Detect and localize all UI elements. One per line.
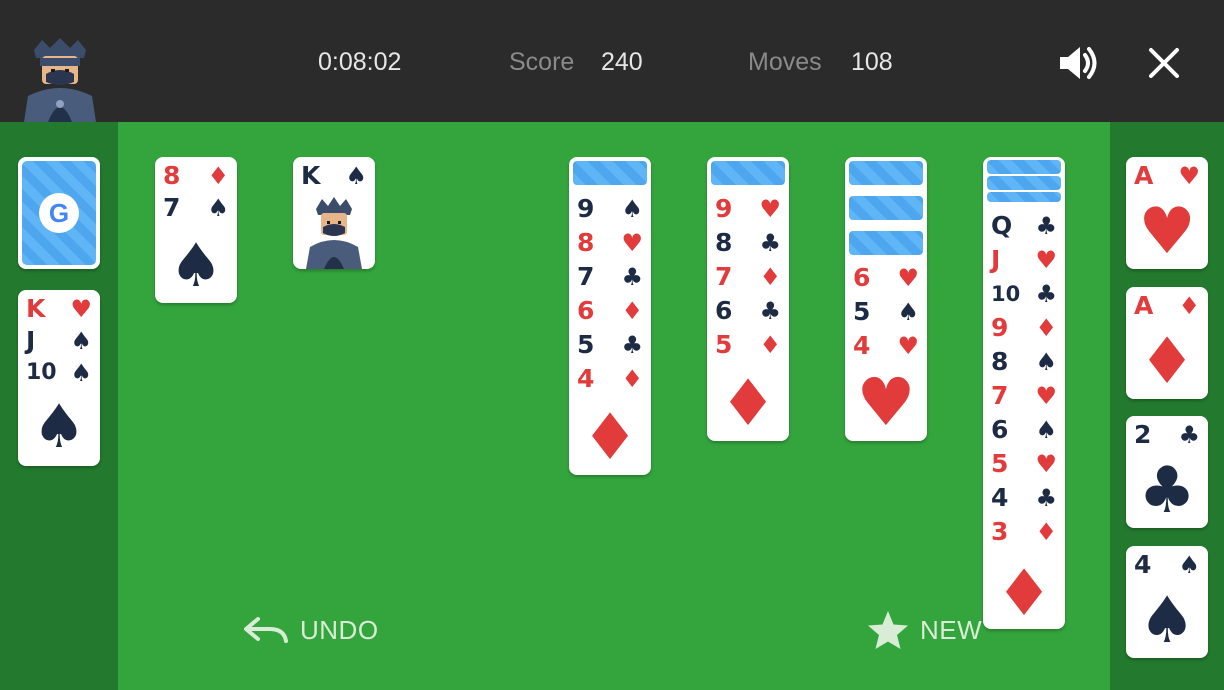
score-value: 240 (601, 48, 643, 76)
diamond-icon: ♦ (719, 367, 777, 441)
face-down-card (987, 160, 1061, 174)
tableau-column-2[interactable]: K ♠ (293, 157, 375, 269)
star-icon (868, 611, 908, 649)
club-icon: ♣ (1138, 454, 1196, 528)
new-game-button[interactable]: NEW (866, 606, 982, 654)
spade-icon: ♠ (1138, 584, 1196, 658)
heart-icon: ♥ (1138, 195, 1196, 269)
tableau-column-6[interactable]: 9 ♥ 8 ♣ 7 ♦ 6 ♣ 5 ♦ ♦ (707, 157, 789, 441)
tableau-column-7[interactable]: 6 ♥ 5 ♠ 4 ♥ ♥ (845, 157, 927, 441)
face-down-card (849, 196, 923, 220)
card-row: K ♥ (26, 294, 92, 323)
foundation-hearts[interactable]: A ♥ ♥ (1126, 157, 1208, 269)
player-avatar (20, 36, 100, 122)
face-down-card (573, 161, 647, 185)
face-down-card (987, 176, 1061, 190)
tableau-column-1[interactable]: 8 ♦ 7 ♠ ♠ (155, 157, 237, 303)
face-down-card (849, 231, 923, 255)
undo-button[interactable]: UNDO (242, 606, 379, 654)
diamond-icon: ♦ (1138, 325, 1196, 399)
foundation-clubs[interactable]: 2 ♣ ♣ (1126, 416, 1208, 528)
close-icon (1149, 48, 1179, 78)
face-down-card (987, 192, 1061, 202)
undo-icon (244, 617, 288, 643)
spade-icon: ♠ (32, 392, 86, 462)
new-game-label: NEW (920, 614, 983, 645)
close-button[interactable] (1140, 40, 1188, 86)
stock-pile[interactable]: G (18, 157, 100, 269)
moves-value: 108 (851, 48, 893, 76)
score-label: Score (509, 48, 575, 76)
spade-icon: ♠ (169, 231, 223, 301)
heart-icon: ♥ (856, 364, 916, 441)
card-row: 10 ♠ (26, 359, 92, 387)
diamond-icon: ♦ (995, 557, 1053, 629)
timer: 0:08:02 (318, 48, 402, 76)
moves-label: Moves (748, 48, 822, 76)
face-down-card (849, 161, 923, 185)
tableau-column-8[interactable]: Q ♣ J ♥ 10 ♣ 9 ♦ 8 ♠ 7 ♥ 6 ♠ 5 ♥ 4 ♣ 3 ♦ ♦ (983, 157, 1065, 629)
card-row: J ♠ (26, 326, 92, 355)
waste-pile[interactable]: K ♥ J ♠ 10 ♠ ♠ (18, 290, 100, 466)
undo-label: UNDO (300, 614, 379, 645)
diamond-icon: ♦ (581, 401, 639, 475)
king-face-icon (306, 197, 362, 269)
top-bar: 0:08:02 Score 240 Moves 108 (0, 0, 1224, 122)
sound-button[interactable] (1054, 40, 1102, 86)
foundation-spades[interactable]: 4 ♠ ♠ (1126, 546, 1208, 658)
speaker-icon (1060, 47, 1097, 79)
foundation-diamonds[interactable]: A ♦ ♦ (1126, 287, 1208, 399)
google-logo: G (39, 193, 79, 233)
tableau-column-5[interactable]: 9 ♠ 8 ♥ 7 ♣ 6 ♦ 5 ♣ 4 ♦ ♦ (569, 157, 651, 475)
face-down-card (711, 161, 785, 185)
card-back: G (22, 161, 96, 265)
